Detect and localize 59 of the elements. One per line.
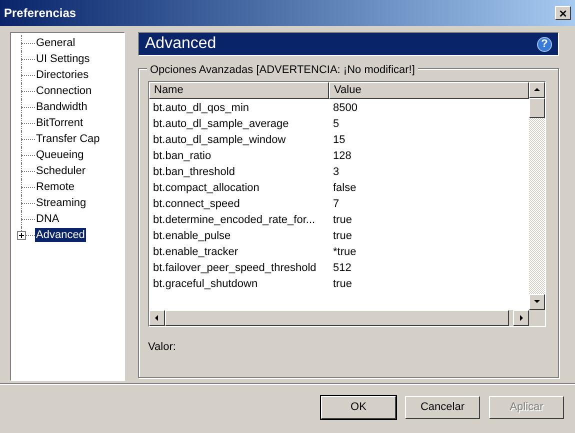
table-cell-text: true xyxy=(332,276,353,292)
table-cell-text: false xyxy=(332,180,358,196)
table-cell-text: bt.connect_speed xyxy=(152,196,241,212)
vertical-scrollbar[interactable] xyxy=(529,82,545,310)
tree-item[interactable]: Queueing xyxy=(35,148,85,162)
value-label: Valor: xyxy=(148,340,177,355)
table-cell-text: bt.auto_dl_qos_min xyxy=(152,100,250,116)
column-header[interactable]: Value xyxy=(329,82,529,99)
left-arrow-icon xyxy=(153,314,161,322)
table-cell-text: 7 xyxy=(332,196,340,212)
table-cell-text: bt.auto_dl_sample_average xyxy=(152,116,290,132)
dialog-button[interactable]: OK xyxy=(321,396,396,419)
dialog-button[interactable]: Cancelar xyxy=(405,396,480,419)
tree-item[interactable]: BitTorrent xyxy=(35,116,84,130)
table-cell-text: true xyxy=(332,228,353,244)
scroll-button[interactable] xyxy=(149,310,165,326)
expand-icon[interactable] xyxy=(17,231,26,240)
scroll-button[interactable] xyxy=(529,82,545,98)
tree-item[interactable]: Scheduler xyxy=(35,164,87,178)
tree-item[interactable]: DNA xyxy=(35,212,60,226)
tree-item[interactable]: Connection xyxy=(35,84,93,98)
tree-item[interactable]: Transfer Cap xyxy=(35,132,101,146)
table-cell-text: 512 xyxy=(332,260,352,276)
column-header[interactable]: Name xyxy=(149,82,329,99)
up-arrow-icon xyxy=(533,86,541,94)
tree-item[interactable]: UI Settings xyxy=(35,52,91,66)
table-cell-text: bt.graceful_shutdown xyxy=(152,276,259,292)
table-cell-text: bt.ban_ratio xyxy=(152,148,212,164)
table-cell-text: 8500 xyxy=(332,100,358,116)
window-title: Preferencias xyxy=(4,5,76,22)
tree-item[interactable]: General xyxy=(35,36,76,50)
group-title: Opciones Avanzadas [ADVERTENCIA: ¡No modificar!] xyxy=(147,62,418,78)
table-cell-text: 128 xyxy=(332,148,352,164)
tree-item[interactable]: Streaming xyxy=(35,196,88,210)
scroll-button[interactable] xyxy=(513,310,529,326)
table-cell-text: true xyxy=(332,212,353,228)
table-cell-text: 15 xyxy=(332,132,346,148)
table-cell-text: bt.auto_dl_sample_window xyxy=(152,132,287,148)
help-icon[interactable]: ? xyxy=(537,36,552,52)
close-button[interactable]: × xyxy=(555,6,571,20)
scrollbar-corner xyxy=(529,310,545,326)
table-cell-text: bt.enable_tracker xyxy=(152,244,239,260)
tree-item[interactable]: Bandwidth xyxy=(35,100,88,114)
section-title: Advanced xyxy=(145,34,216,54)
tree-item[interactable]: Advanced xyxy=(35,228,86,242)
table-cell-text: *true xyxy=(332,244,358,260)
tree-item[interactable]: Remote xyxy=(35,180,76,194)
table-cell-text: bt.determine_encoded_rate_for... xyxy=(152,212,316,228)
right-arrow-icon xyxy=(517,314,525,322)
tree-item[interactable]: Directories xyxy=(35,68,90,82)
down-arrow-icon xyxy=(533,298,541,306)
table-cell-text: bt.failover_peer_speed_threshold xyxy=(152,260,318,276)
table-cell-text: bt.enable_pulse xyxy=(152,228,232,244)
scroll-button[interactable] xyxy=(529,294,545,310)
table-cell-text: 5 xyxy=(332,116,340,132)
table-cell-text: bt.compact_allocation xyxy=(152,180,260,196)
table-cell-text: 3 xyxy=(332,164,340,180)
table-cell-text: bt.ban_threshold xyxy=(152,164,236,180)
scroll-thumb[interactable] xyxy=(529,98,545,118)
